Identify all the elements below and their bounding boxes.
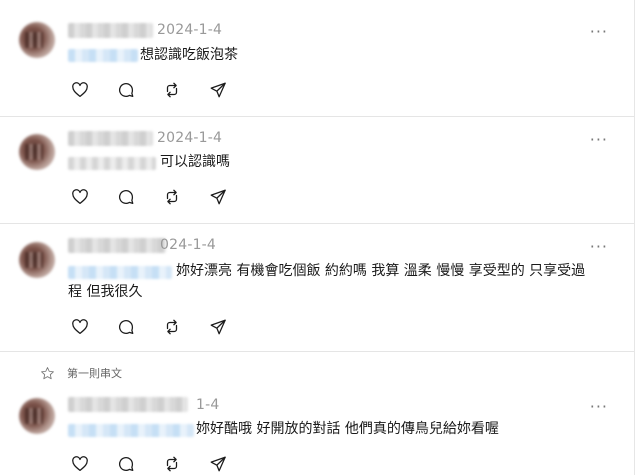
comment-icon: [119, 456, 134, 472]
comment-text-continued: 程 但我很久: [68, 284, 143, 300]
heart-icon: [72, 82, 88, 98]
action-bar: [70, 454, 228, 474]
comment-item: 2024-1-4 ··· 可以認識嗎: [0, 117, 634, 224]
share-button[interactable]: [208, 317, 228, 337]
avatar[interactable]: [19, 134, 55, 170]
username-blurred[interactable]: [68, 238, 166, 253]
share-button[interactable]: [208, 80, 228, 100]
share-button[interactable]: [208, 187, 228, 207]
comment-text: 妳好酷哦 好開放的對話 他們真的傳鳥兒給妳看喔: [196, 421, 499, 437]
comment-item: 2024-1-4 ··· 想認識吃飯泡茶: [0, 0, 634, 117]
post-date: 2024-1-4: [157, 130, 223, 146]
action-bar: [70, 187, 228, 207]
repost-icon: [166, 82, 178, 98]
comment-text: 可以認識嗎: [160, 154, 230, 170]
comment-icon: [119, 319, 134, 335]
username-blurred[interactable]: [68, 23, 153, 38]
avatar[interactable]: [19, 242, 55, 278]
comment-list: 2024-1-4 ··· 想認識吃飯泡茶 2024-1-4 ··· 可以認識嗎 …: [0, 0, 635, 475]
heart-icon: [72, 189, 88, 205]
reply-button[interactable]: [116, 454, 136, 474]
like-button[interactable]: [70, 454, 90, 474]
more-options-button[interactable]: ···: [590, 132, 608, 148]
heart-icon: [72, 456, 88, 472]
repost-icon: [166, 319, 178, 335]
username-blurred[interactable]: [68, 397, 188, 412]
repost-icon: [166, 456, 178, 472]
repost-button[interactable]: [162, 454, 182, 474]
username-blurred[interactable]: [68, 131, 153, 146]
like-button[interactable]: [70, 80, 90, 100]
repost-button[interactable]: [162, 80, 182, 100]
share-button[interactable]: [208, 454, 228, 474]
comment-icon: [119, 189, 134, 205]
comment-item: 024-1-4 ··· 妳好漂亮 有機會吃個飯 約約嗎 我算 溫柔 慢慢 享受型…: [0, 224, 634, 352]
more-options-button[interactable]: ···: [590, 239, 608, 255]
reply-button[interactable]: [116, 187, 136, 207]
post-date: 024-1-4: [160, 237, 217, 253]
repost-button[interactable]: [162, 317, 182, 337]
more-options-button[interactable]: ···: [590, 399, 608, 415]
send-icon: [210, 189, 226, 205]
thread-label-text: 第一則串文: [67, 367, 122, 380]
more-options-button[interactable]: ···: [590, 24, 608, 40]
post-date: 1-4: [196, 397, 220, 413]
comment-icon: [119, 82, 134, 98]
comment-text: 妳好漂亮 有機會吃個飯 約約嗎 我算 溫柔 慢慢 享受型的 只享受過: [176, 263, 586, 279]
like-button[interactable]: [70, 317, 90, 337]
star-icon: [41, 366, 54, 379]
send-icon: [210, 82, 226, 98]
post-date: 2024-1-4: [157, 22, 223, 38]
mention-blurred[interactable]: [68, 49, 138, 62]
thread-label[interactable]: 第一則串文: [40, 365, 122, 381]
like-button[interactable]: [70, 187, 90, 207]
reply-button[interactable]: [116, 317, 136, 337]
mention-blurred[interactable]: [68, 266, 172, 279]
comment-item: 1-4 ··· 妳好酷哦 好開放的對話 他們真的傳鳥兒給妳看喔: [0, 388, 634, 475]
comment-text: 想認識吃飯泡茶: [140, 47, 238, 63]
heart-icon: [72, 319, 88, 335]
mention-blurred[interactable]: [68, 157, 156, 170]
repost-icon: [166, 189, 178, 205]
mention-blurred[interactable]: [68, 424, 194, 437]
repost-button[interactable]: [162, 187, 182, 207]
send-icon: [210, 456, 226, 472]
action-bar: [70, 317, 228, 337]
action-bar: [70, 80, 228, 100]
avatar[interactable]: [19, 398, 55, 434]
avatar[interactable]: [19, 22, 55, 58]
send-icon: [210, 319, 226, 335]
reply-button[interactable]: [116, 80, 136, 100]
